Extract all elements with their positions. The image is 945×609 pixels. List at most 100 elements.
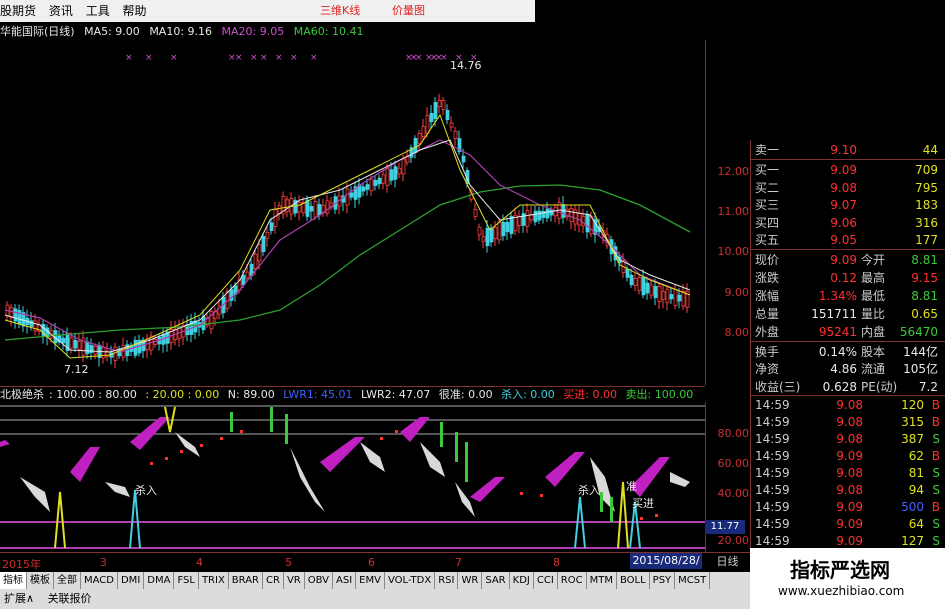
tab-wr[interactable]: WR (458, 572, 483, 589)
candle (461, 155, 466, 163)
candle (441, 100, 446, 110)
ma20-value: MA20: 9.05 (221, 25, 285, 38)
tick-row: 14:59 9.09 64 S (751, 516, 945, 533)
candles (5, 93, 690, 369)
tab-fsl[interactable]: FSL (174, 572, 199, 589)
tab-mcst[interactable]: MCST (675, 572, 711, 589)
candle (69, 337, 74, 349)
quote-value: 795 (915, 180, 938, 195)
quote-value: 8.81 (911, 288, 938, 303)
tab-kdj[interactable]: KDJ (510, 572, 534, 589)
tab-vol-tdx[interactable]: VOL-TDX (385, 572, 436, 589)
main-info-line: 华能国际(日线) MA5: 9.00 MA10: 9.16 MA20: 9.05… (0, 24, 560, 40)
tick-side: B (931, 398, 940, 412)
tick-volume: 120 (901, 398, 924, 412)
candle (101, 347, 106, 359)
tick-time: 14:59 (755, 398, 790, 412)
signal-label: 准 (626, 480, 637, 493)
watermark-title: 指标严选网 (790, 558, 890, 582)
candle (277, 204, 282, 214)
tick-price: 9.08 (836, 483, 863, 497)
period-selector[interactable]: 日线 (705, 552, 750, 572)
ma60-value: MA60: 10.41 (293, 25, 364, 38)
quote-value: 9.10 (830, 143, 857, 157)
tab-emv[interactable]: EMV (356, 572, 385, 589)
candle (585, 213, 590, 233)
menu-help[interactable]: 帮助 (123, 0, 147, 22)
candle (309, 205, 314, 212)
quote-row: 总量 151711 量比 0.65 (751, 305, 945, 323)
quote-value: 709 (915, 163, 938, 177)
candle (653, 286, 658, 298)
signal-mark: × (260, 53, 268, 63)
signal-mark: × (290, 53, 298, 63)
axis-label: 11.00 (717, 205, 750, 218)
quote-value: 105亿 (903, 362, 938, 376)
date-label: 6 (368, 556, 375, 569)
yellow-spikes (54, 406, 629, 549)
tab-rsi[interactable]: RSI (435, 572, 459, 589)
quote-row: 换手 0.14% 股本 144亿 (751, 343, 945, 361)
tab-cr[interactable]: CR (263, 572, 284, 589)
menu-futures[interactable]: 股期货 (0, 0, 36, 22)
tick-volume: 81 (908, 466, 924, 480)
tab-boll[interactable]: BOLL (617, 572, 650, 589)
param-5: LWR2: 47.07 (361, 388, 431, 401)
candlestick-chart[interactable]: 14.76 7.12 × × × × × × × × × × ××× ×××× × × (0, 40, 705, 385)
tab-全部[interactable]: 全部 (54, 572, 81, 589)
related-quotes-button[interactable]: 关联报价 (48, 592, 92, 605)
param-4: LWR1: 45.01 (283, 388, 353, 401)
candle (345, 188, 350, 206)
candle (265, 231, 270, 239)
magenta-wave (0, 417, 670, 502)
expand-button[interactable]: 扩展∧ (4, 592, 34, 605)
tab-brar[interactable]: BRAR (229, 572, 263, 589)
quote-label: 买四 (755, 215, 780, 230)
divider (751, 159, 945, 160)
candle (361, 186, 366, 192)
tab-dma[interactable]: DMA (144, 572, 175, 589)
tab-sar[interactable]: SAR (482, 572, 510, 589)
axis-label: 20.00 (717, 534, 750, 547)
candle (525, 210, 530, 227)
candle (497, 221, 502, 241)
tab-dmi[interactable]: DMI (118, 572, 145, 589)
param-2: : 20.00 : 0.00 (145, 388, 220, 401)
tab-指标[interactable]: 指标 (0, 572, 27, 589)
quote-value: 9.06 (830, 215, 857, 230)
tab-roc[interactable]: ROC (558, 572, 587, 589)
tab-macd[interactable]: MACD (81, 572, 118, 589)
ma5-value: MA5: 9.00 (84, 25, 140, 38)
quote-value: 0.65 (911, 306, 938, 321)
signal-mark: × (440, 53, 448, 63)
tab-mtm[interactable]: MTM (587, 572, 617, 589)
signal-mark: × (415, 53, 423, 63)
quote-value: 9.08 (830, 180, 857, 195)
tab-obv[interactable]: OBV (305, 572, 333, 589)
menu-news[interactable]: 资讯 (49, 0, 73, 22)
site-watermark: 指标严选网 www.xuezhibiao.com (750, 548, 945, 609)
quote-row: 外盘 95241 内盘 56470 (751, 323, 945, 341)
tick-price: 9.08 (836, 398, 863, 412)
candle (473, 209, 478, 217)
candle (113, 346, 118, 361)
ma20-line (4, 139, 691, 353)
quote-label: 买三 (755, 198, 780, 212)
quote-label: 涨幅 (755, 288, 780, 303)
quote-value: 1.34% (818, 288, 857, 303)
date-label: 2015年 (2, 558, 41, 571)
tab-trix[interactable]: TRIX (199, 572, 229, 589)
candle (641, 276, 646, 296)
quote-value: 95241 (818, 324, 857, 339)
tab-cci[interactable]: CCI (534, 572, 558, 589)
signal-label: 杀入 (135, 483, 157, 497)
divider (751, 248, 945, 250)
tab-模板[interactable]: 模板 (27, 572, 54, 589)
tab-psy[interactable]: PSY (650, 572, 676, 589)
indicator-chart[interactable]: 杀入 杀入 准 买进 (0, 402, 705, 552)
menu-tools[interactable]: 工具 (86, 0, 110, 22)
candle (405, 156, 410, 163)
tab-asi[interactable]: ASI (333, 572, 357, 589)
candle (545, 208, 550, 219)
tab-vr[interactable]: VR (284, 572, 305, 589)
